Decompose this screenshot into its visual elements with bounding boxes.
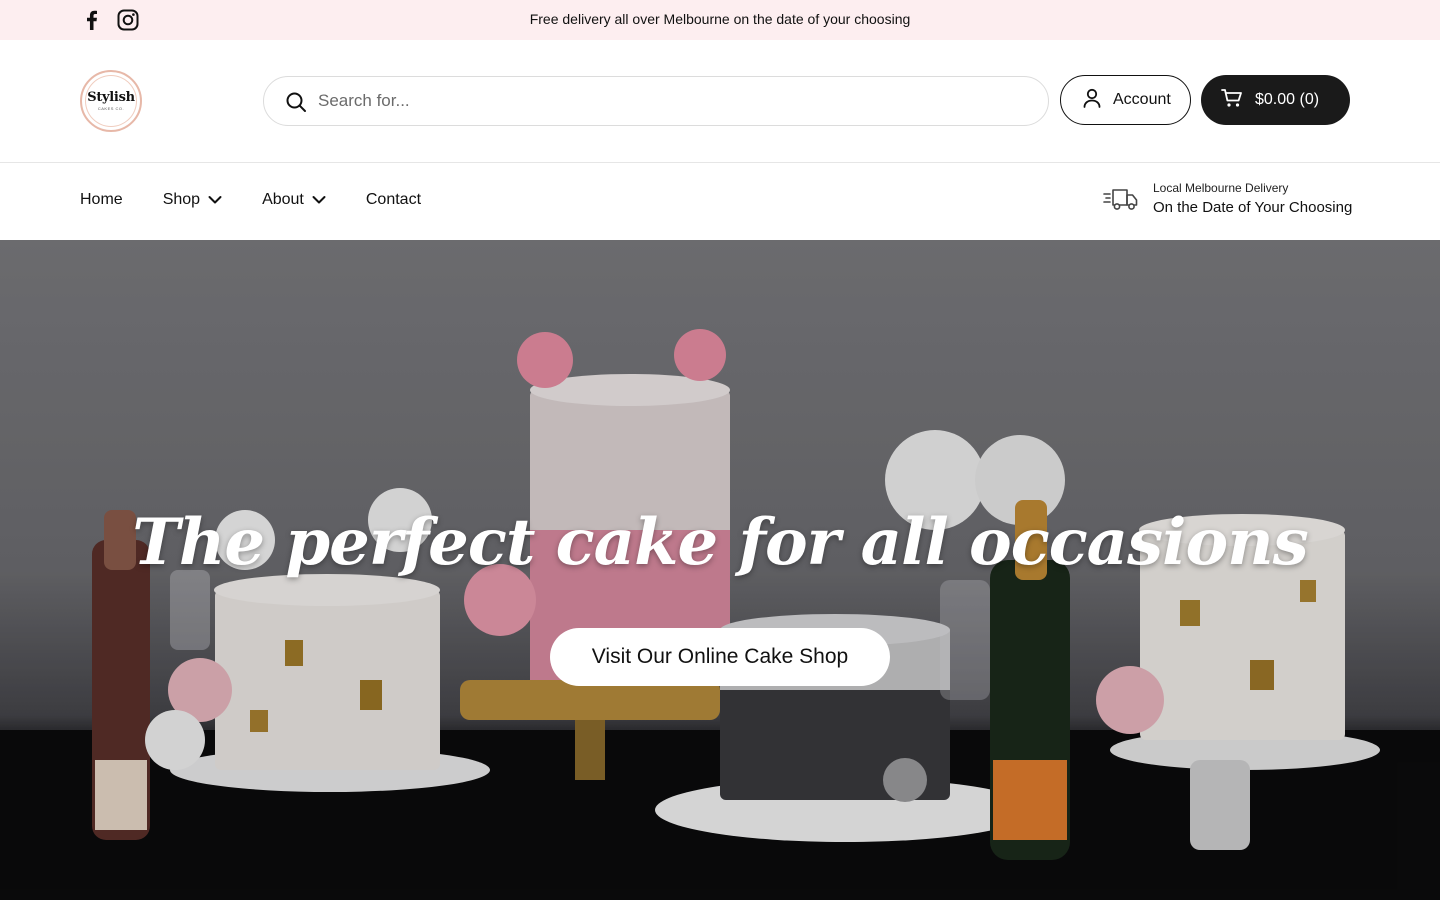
cart-label: $0.00 (0): [1255, 91, 1320, 108]
search-icon[interactable]: [284, 90, 308, 114]
nav-items: Home Shop About Contact: [80, 191, 461, 209]
delivery-truck-icon: [1103, 184, 1139, 214]
nav-item-contact[interactable]: Contact: [366, 191, 421, 209]
logo[interactable]: Stylish CAKES CO.: [80, 70, 142, 132]
delivery-main-text: On the Date of Your Choosing: [1153, 199, 1353, 216]
account-button[interactable]: Account: [1060, 75, 1191, 125]
announcement-text: Free delivery all over Melbourne on the …: [529, 11, 911, 27]
hero-banner: The perfect cake for all occasions Visit…: [0, 240, 1440, 900]
account-label: Account: [1113, 91, 1171, 108]
nav-item-label: About: [262, 191, 304, 208]
hero-title: The perfect cake for all occasions: [132, 505, 1308, 580]
main-nav: Home Shop About Contact Local Melbourne …: [0, 163, 1440, 240]
nav-item-about[interactable]: About: [262, 191, 326, 209]
cart-button[interactable]: $0.00 (0): [1201, 75, 1350, 125]
nav-item-label: Shop: [162, 191, 201, 208]
logo-subtext: CAKES CO.: [97, 106, 125, 111]
delivery-text: Local Melbourne Delivery On the Date of …: [1153, 181, 1352, 216]
delivery-info: Local Melbourne Delivery On the Date of …: [1103, 181, 1352, 216]
delivery-small-text: Local Melbourne Delivery: [1153, 181, 1289, 195]
logo-text: Stylish: [87, 90, 135, 105]
chevron-down-icon: [208, 193, 222, 207]
search-input[interactable]: [318, 77, 1018, 125]
nav-item-home[interactable]: Home: [80, 191, 123, 209]
nav-item-shop[interactable]: Shop: [163, 191, 222, 209]
user-icon: [1081, 87, 1103, 114]
announcement-bar: Free delivery all over Melbourne on the …: [0, 0, 1440, 40]
site-header: Stylish CAKES CO. Account $0.00 (0): [0, 40, 1440, 163]
cart-icon: [1221, 88, 1243, 113]
visit-shop-button[interactable]: Visit Our Online Cake Shop: [550, 628, 890, 686]
nav-item-label: Contact: [365, 191, 422, 208]
search-bar: [263, 76, 1049, 126]
chevron-down-icon: [312, 193, 326, 207]
nav-item-label: Home: [80, 191, 123, 208]
